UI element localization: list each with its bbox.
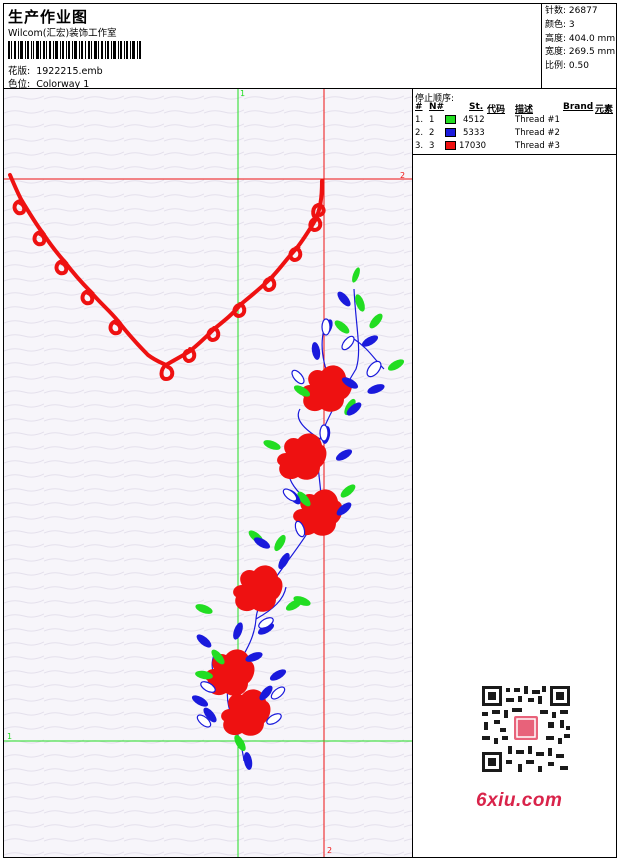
page-title: 生产作业图 <box>8 8 89 26</box>
qr-code-icon <box>480 684 572 774</box>
guide-label-top: 1 <box>240 89 246 98</box>
embroidery-preview <box>4 89 412 857</box>
stat-value: 404.0 mm <box>568 33 616 44</box>
stats-box: 针数: 26877 颜色: 3 高度: 404.0 mm 宽度: 269.5 m… <box>541 3 617 88</box>
company-name: Wilcom(汇宏)装饰工作室 <box>8 28 117 39</box>
stat-stitches: 针数: 26877 <box>545 5 617 19</box>
header: 生产作业图 Wilcom(汇宏)装饰工作室 花版: 1922215.emb 色位:… <box>3 3 617 90</box>
guide-label-left: 1 <box>7 732 13 741</box>
stat-value: 26877 <box>568 6 598 16</box>
col-hash: # <box>415 102 423 112</box>
stat-value: 3 <box>568 19 575 30</box>
stat-value: 0.50 <box>568 61 589 72</box>
stat-label: 比例: <box>545 61 567 72</box>
row-description: Thread #2 <box>515 128 560 138</box>
guide-label-right: 2 <box>400 171 406 180</box>
color-swatch <box>445 128 456 137</box>
stop-sequence-panel: 停止顺序: # N# St. 代码 描述 Brand 元素 1. 1 4512 … <box>413 89 617 155</box>
row-number: 1 <box>429 115 435 125</box>
col-description: 描述 <box>515 105 534 115</box>
row-code: 5333 <box>463 128 485 138</box>
stat-scale: 比例: 0.50 <box>545 60 617 74</box>
row-description: Thread #3 <box>515 141 560 151</box>
color-swatch <box>445 115 456 124</box>
table-row[interactable]: 3. 3 17030 Thread #3 <box>415 141 615 154</box>
stat-label: 宽度: <box>545 47 567 58</box>
row-code: 4512 <box>463 115 485 125</box>
fabric-texture <box>4 89 412 857</box>
col-stitches: St. <box>469 102 484 112</box>
row-number: 3 <box>429 141 435 151</box>
stat-label: 颜色: <box>545 19 567 30</box>
row-number: 2 <box>429 128 435 138</box>
stat-label: 针数: <box>545 6 567 16</box>
row-index: 2. <box>415 128 424 138</box>
table-row[interactable]: 1. 1 4512 Thread #1 <box>415 115 615 128</box>
barcode-icon <box>8 41 141 59</box>
col-number: N# <box>429 102 445 112</box>
guide-label-bottom: 2 <box>327 846 333 855</box>
table-row[interactable]: 2. 2 5333 Thread #2 <box>415 128 615 141</box>
row-index: 1. <box>415 115 424 125</box>
row-code: 17030 <box>459 141 487 151</box>
row-description: Thread #1 <box>515 115 560 125</box>
stat-colors: 颜色: 3 <box>545 19 617 33</box>
qr-code <box>470 680 582 778</box>
col-element: 元素 <box>595 105 614 115</box>
design-canvas[interactable]: 1 2 1 2 <box>4 89 413 857</box>
stat-width: 宽度: 269.5 mm <box>545 46 617 60</box>
stat-height: 高度: 404.0 mm <box>545 33 617 47</box>
stat-value: 269.5 mm <box>568 47 616 58</box>
color-swatch <box>445 141 456 150</box>
row-index: 3. <box>415 141 424 151</box>
design-file: 花版: 1922215.emb <box>8 63 103 77</box>
col-brand: Brand <box>563 102 594 112</box>
colorway: 色位: Colorway 1 <box>8 76 89 90</box>
col-code: 代码 <box>487 105 506 115</box>
watermark-site: 6xiu.com <box>476 790 563 811</box>
stat-label: 高度: <box>545 33 567 44</box>
